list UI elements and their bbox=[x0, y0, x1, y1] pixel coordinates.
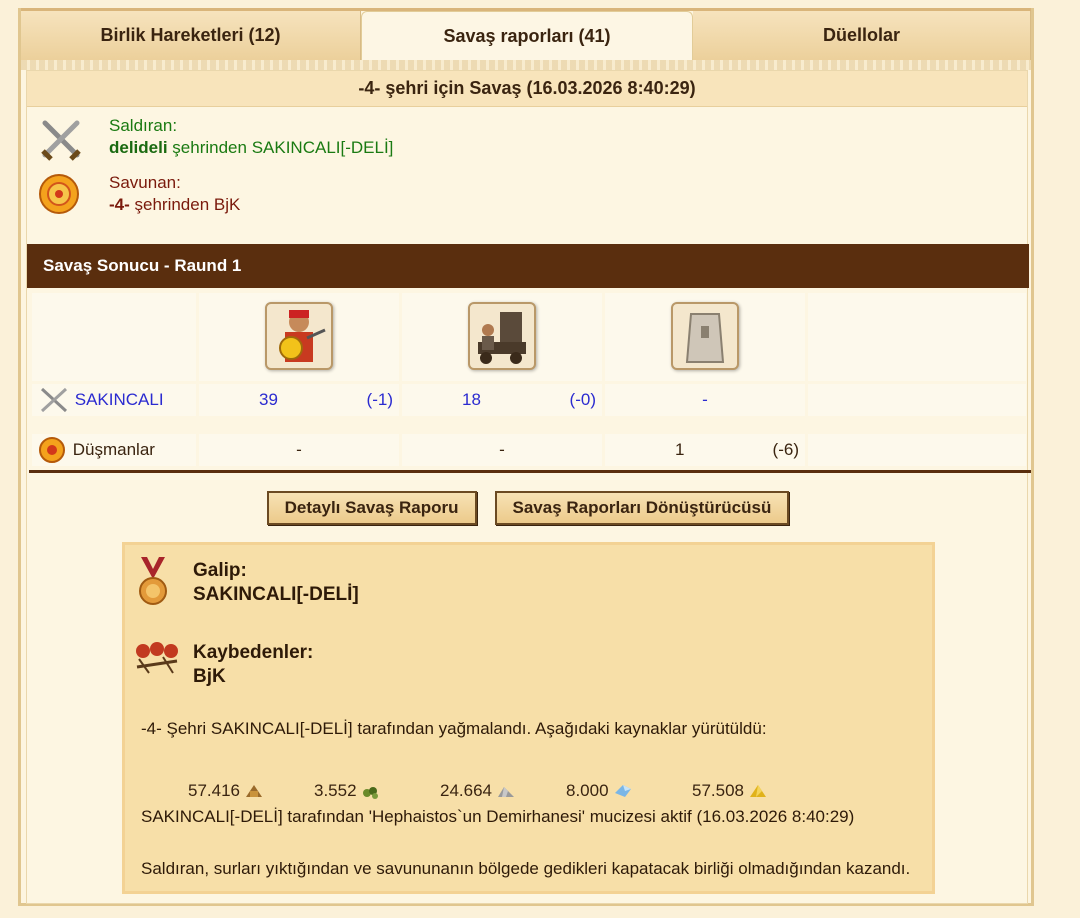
battle-result-box: Galip: SAKINCALI[-DELİ] Kaybedenler: BjK… bbox=[122, 542, 935, 894]
unit-loss: (-0) bbox=[569, 390, 596, 409]
unit-loss: (-1) bbox=[366, 390, 393, 409]
tab-troop-movements[interactable]: Birlik Hareketleri (12) bbox=[21, 11, 361, 60]
defender-player[interactable]: şehrinden BjK bbox=[130, 195, 241, 214]
resource-amount: 8.000 bbox=[566, 781, 609, 800]
resource-amount: 3.552 bbox=[314, 781, 357, 800]
wine-icon bbox=[362, 787, 378, 799]
unit-count: - bbox=[499, 440, 505, 459]
resource-item: 3.552 bbox=[314, 781, 440, 801]
fallen-soldiers-icon bbox=[136, 642, 178, 674]
losers-name: BjK bbox=[193, 666, 226, 687]
resource-item: 57.416 bbox=[188, 781, 314, 801]
attacker-label: Saldıran: bbox=[109, 116, 178, 135]
detailed-report-button[interactable]: Detaylı Savaş Raporu bbox=[266, 491, 477, 525]
resource-item: 24.664 bbox=[440, 781, 566, 801]
unit-count: 18 bbox=[462, 390, 481, 409]
wood-icon bbox=[246, 785, 262, 797]
winner-name: SAKINCALI[-DELİ] bbox=[193, 584, 359, 605]
plunder-text: -4- Şehri SAKINCALI[-DELİ] tarafından ya… bbox=[141, 719, 767, 738]
combat-report: -4- şehri için Savaş (16.03.2026 8:40:29… bbox=[26, 70, 1031, 904]
battle-units-table: SAKINCALI 39 (-1) 18 (-0) - Düşmanlar - - bbox=[29, 290, 1029, 469]
resource-item: 8.000 bbox=[566, 781, 692, 801]
wall-unit-icon[interactable] bbox=[671, 301, 739, 370]
crossed-swords-icon bbox=[40, 387, 68, 413]
report-title: -4- şehri için Savaş (16.03.2026 8:40:29… bbox=[27, 71, 1027, 107]
medal-icon bbox=[139, 557, 167, 605]
defender-city-link[interactable]: -4- bbox=[109, 195, 130, 214]
tab-combat-reports[interactable]: Savaş raporları (41) bbox=[361, 11, 693, 60]
table-row: Düşmanlar - - 1 (-6) bbox=[32, 434, 1026, 466]
hoplite-unit-icon[interactable] bbox=[265, 301, 333, 370]
tab-bar: Birlik Hareketleri (12) Savaş raporları … bbox=[21, 8, 1031, 60]
unit-count: - bbox=[296, 440, 302, 459]
unit-count: - bbox=[702, 390, 708, 409]
ram-unit-icon[interactable] bbox=[468, 301, 536, 370]
attacker-player[interactable]: şehrinden SAKINCALI[-DELİ] bbox=[168, 138, 393, 157]
unit-count: 1 bbox=[675, 440, 685, 459]
marble-icon bbox=[498, 787, 514, 797]
defender-info: Savunan: -4- şehrinden BjK bbox=[27, 164, 1027, 221]
crossed-swords-icon bbox=[41, 120, 81, 161]
crystal-icon bbox=[614, 785, 631, 797]
report-converter-button[interactable]: Savaş Raporları Dönüştürücüsü bbox=[494, 491, 790, 525]
wonder-text: SAKINCALI[-DELİ] tarafından 'Hephaistos`… bbox=[141, 807, 855, 826]
tab-duels[interactable]: Düellolar bbox=[693, 11, 1031, 60]
enemy-row-name: Düşmanlar bbox=[72, 440, 155, 459]
plundered-resources: 57.416 3.552 24.664 8.000 57.508 bbox=[188, 781, 818, 801]
shield-icon bbox=[39, 174, 79, 214]
resource-amount: 57.416 bbox=[188, 781, 240, 800]
report-actions: Detaylı Savaş Raporu Savaş Raporları Dön… bbox=[27, 491, 1029, 525]
victory-reason-text: Saldıran, surları yıktığından ve savunun… bbox=[141, 859, 911, 878]
report-window: Birlik Hareketleri (12) Savaş raporları … bbox=[18, 8, 1034, 906]
attacker-info: Saldıran: delideli şehrinden SAKINCALI[-… bbox=[27, 107, 1027, 164]
attacker-row-name[interactable]: SAKINCALI bbox=[75, 390, 164, 409]
round-title: Savaş Sonucu - Raund 1 bbox=[27, 244, 1029, 288]
attacker-city-link[interactable]: delideli bbox=[109, 138, 168, 157]
unit-count: 39 bbox=[259, 390, 278, 409]
unit-loss: (-6) bbox=[772, 440, 799, 459]
resource-amount: 57.508 bbox=[692, 781, 744, 800]
resource-item: 57.508 bbox=[692, 781, 818, 801]
divider bbox=[29, 470, 1031, 473]
decorative-border bbox=[21, 60, 1031, 70]
resource-amount: 24.664 bbox=[440, 781, 492, 800]
shield-icon bbox=[39, 437, 65, 463]
sulfur-icon bbox=[750, 785, 766, 797]
losers-label: Kaybedenler: bbox=[193, 642, 314, 663]
winner-label: Galip: bbox=[193, 560, 247, 581]
defender-label: Savunan: bbox=[109, 173, 181, 192]
table-row: SAKINCALI 39 (-1) 18 (-0) - bbox=[32, 384, 1026, 416]
